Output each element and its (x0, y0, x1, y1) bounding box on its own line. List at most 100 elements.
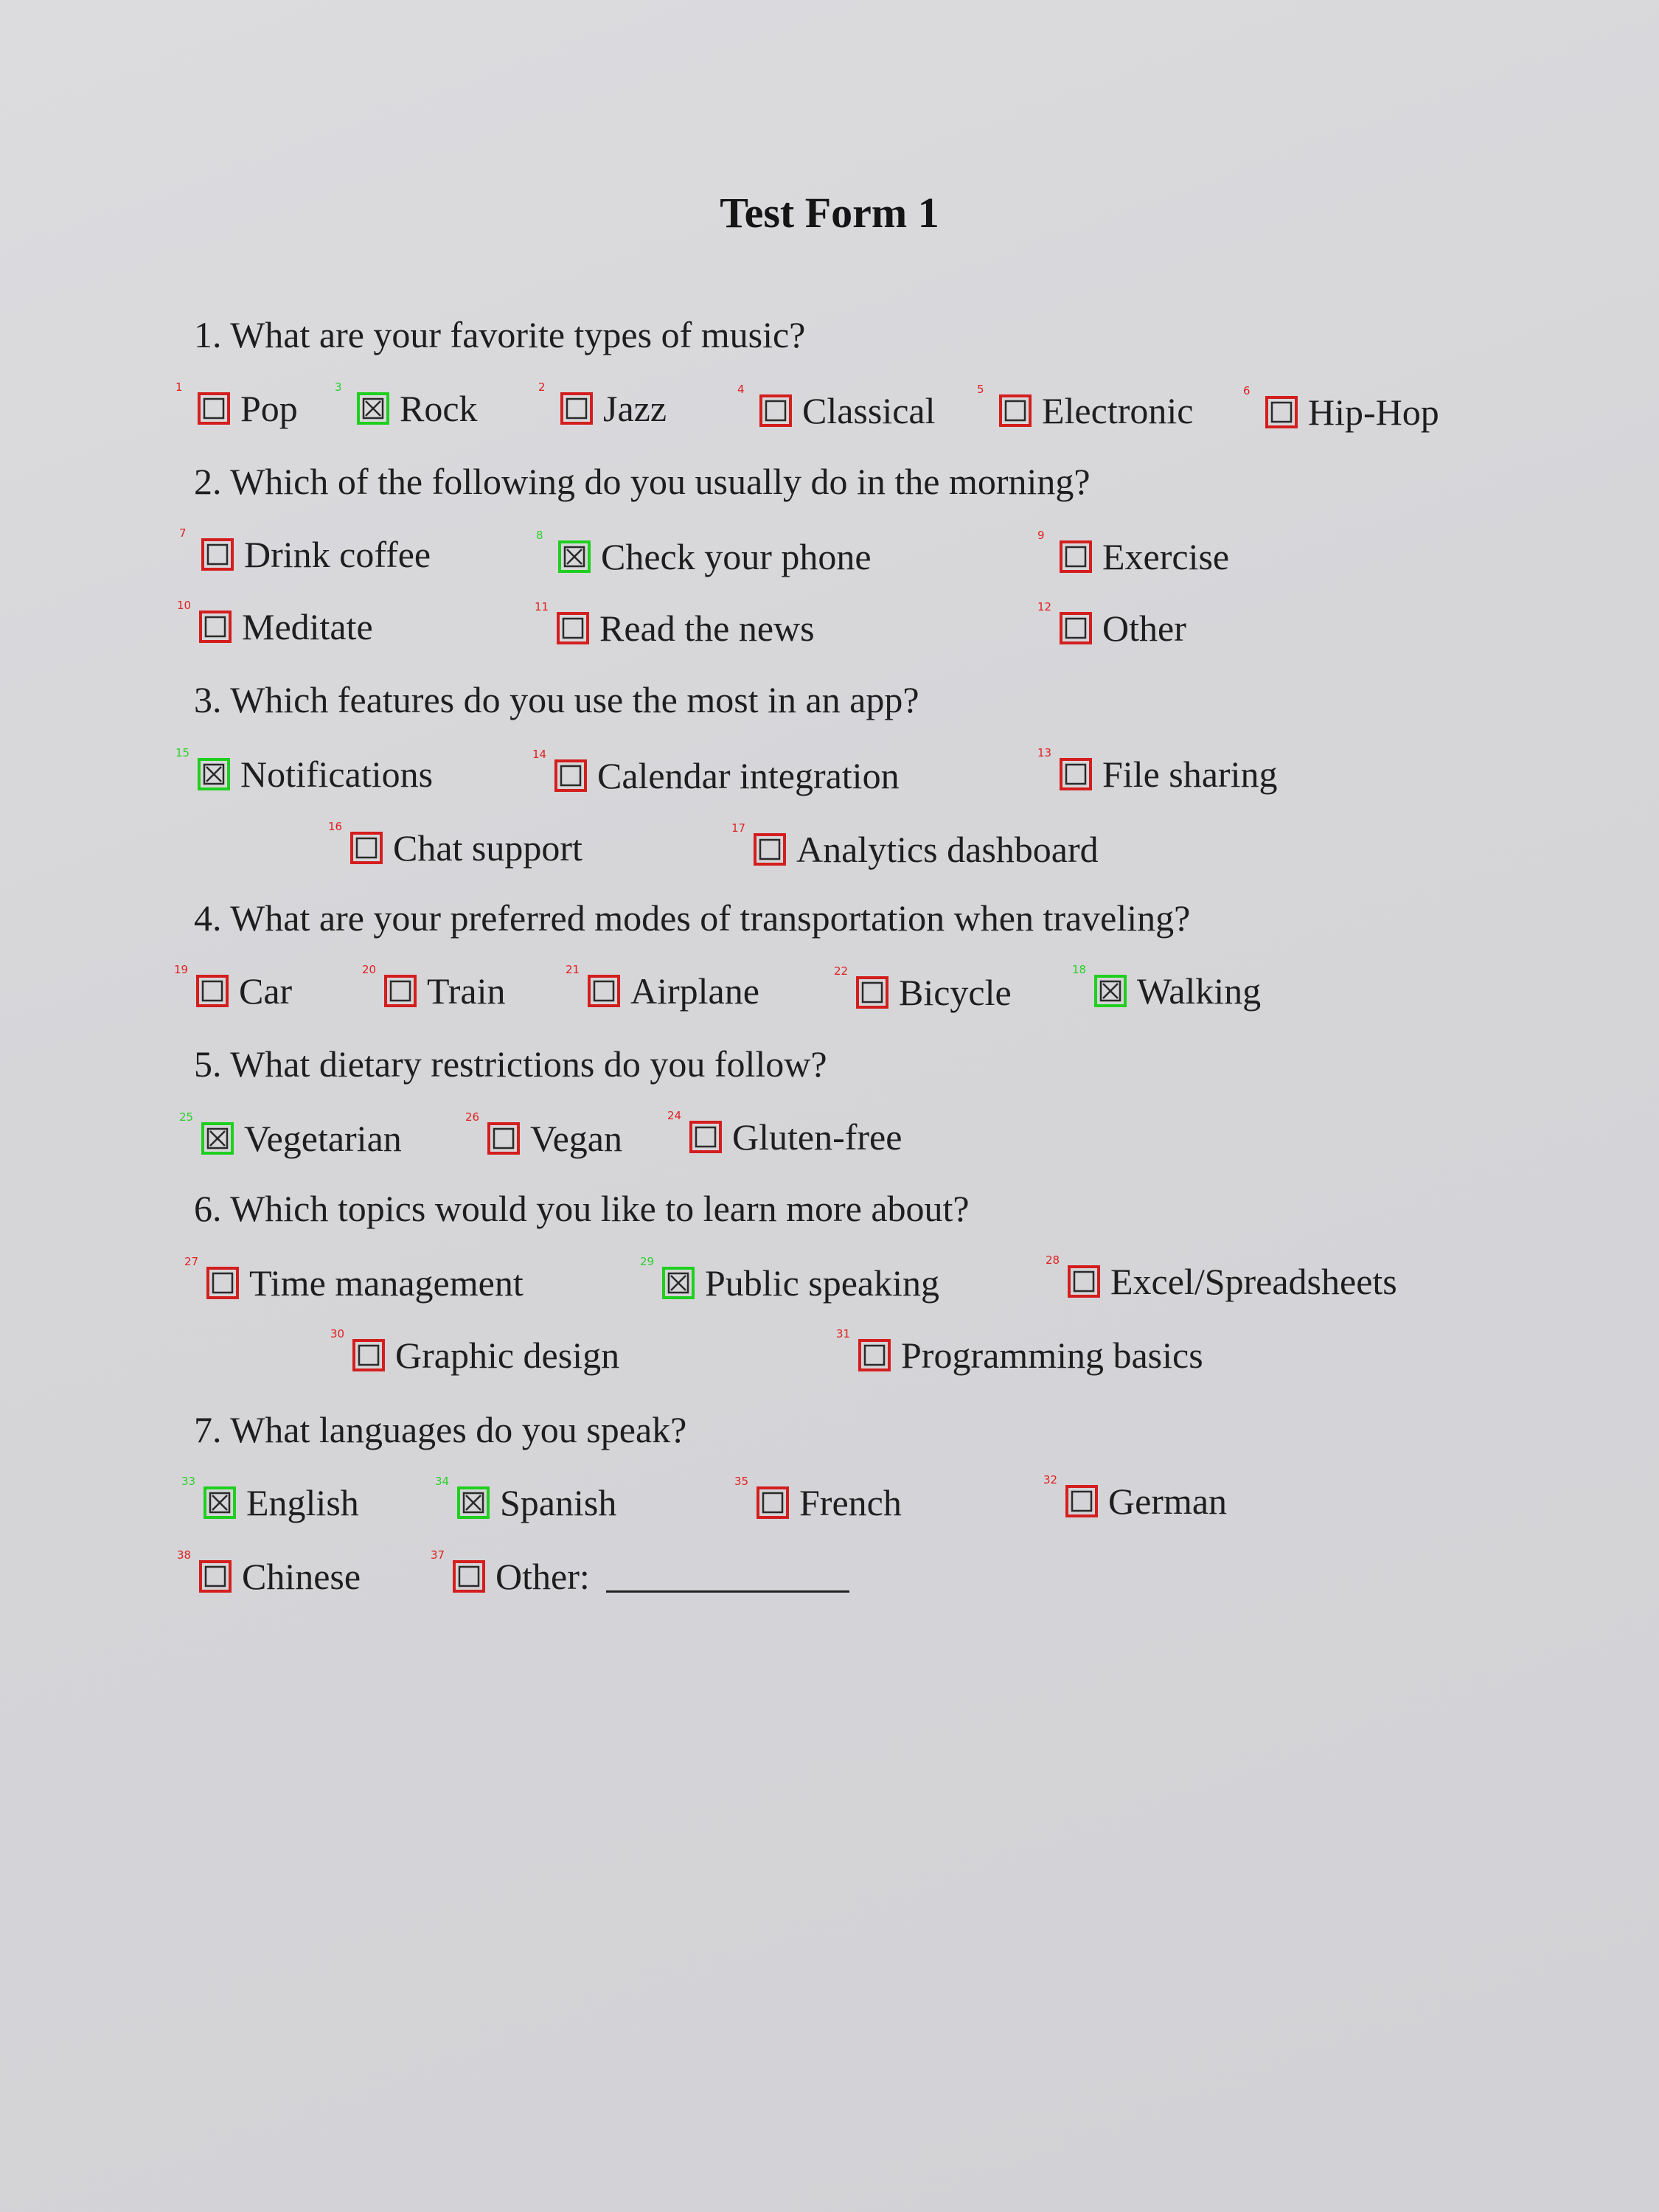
option-excel-spreadsheets[interactable]: 28 Excel/Spreadsheets (1046, 1253, 1397, 1305)
option-rock[interactable]: 3 Rock (335, 380, 478, 432)
option-number: 13 (1037, 746, 1052, 759)
option-drink-coffee[interactable]: 7 Drink coffee (179, 526, 431, 578)
option-car[interactable]: 19 Car (174, 963, 293, 1015)
checkbox[interactable] (198, 392, 230, 425)
question-2: 2. Which of the following do you usually… (194, 461, 1091, 502)
option-public-speaking[interactable]: 29 Public speaking (640, 1255, 939, 1307)
checkbox[interactable] (1065, 1485, 1098, 1517)
option-chat-support[interactable]: 16 Chat support (328, 820, 582, 872)
option-label: Bicycle (899, 972, 1012, 1013)
checkbox[interactable] (754, 833, 786, 866)
other-language-blank-line[interactable] (605, 1561, 849, 1593)
empty-box-icon (204, 616, 226, 638)
option-chinese[interactable]: 38 Chinese (177, 1548, 361, 1600)
option-german[interactable]: 32 German (1043, 1473, 1227, 1525)
checkbox-checked[interactable] (201, 1122, 234, 1155)
option-airplane[interactable]: 21 Airplane (566, 963, 759, 1015)
option-label: Programming basics (901, 1335, 1203, 1376)
option-walking[interactable]: 18 Walking (1072, 963, 1261, 1015)
option-vegan[interactable]: 26 Vegan (465, 1110, 622, 1162)
option-meditate[interactable]: 10 Meditate (177, 599, 373, 650)
option-pop[interactable]: 1 Pop (175, 380, 298, 432)
checkbox[interactable] (560, 392, 593, 425)
option-label: Vegetarian (244, 1118, 402, 1159)
option-jazz[interactable]: 2 Jazz (538, 380, 667, 432)
checkbox[interactable] (199, 611, 232, 643)
option-other-language[interactable]: 37 Other: (431, 1548, 849, 1600)
option-french[interactable]: 35 French (734, 1475, 902, 1526)
checkbox-checked[interactable] (198, 758, 230, 790)
checkbox[interactable] (201, 538, 234, 571)
question-4: 4. What are your preferred modes of tran… (194, 897, 1191, 939)
checkbox[interactable] (999, 394, 1032, 427)
option-programming-basics[interactable]: 31 Programming basics (836, 1327, 1203, 1379)
option-file-sharing[interactable]: 13 File sharing (1037, 746, 1277, 798)
checkbox[interactable] (384, 975, 417, 1007)
checkbox[interactable] (453, 1560, 485, 1593)
checkbox[interactable] (858, 1339, 891, 1371)
option-label: English (246, 1482, 359, 1523)
checkbox-checked[interactable] (1094, 975, 1127, 1007)
option-number: 29 (640, 1255, 655, 1268)
option-other-morning[interactable]: 12 Other (1037, 600, 1186, 652)
checkbox[interactable] (554, 759, 587, 792)
option-label: Car (239, 970, 293, 1012)
checkbox[interactable] (487, 1122, 520, 1155)
empty-box-icon (1073, 1270, 1095, 1293)
option-analytics-dashboard[interactable]: 17 Analytics dashboard (731, 821, 1099, 873)
option-electronic[interactable]: 5 Electronic (977, 383, 1194, 434)
option-number: 31 (836, 1327, 851, 1340)
option-label: Check your phone (601, 536, 872, 577)
option-label: Train (427, 970, 506, 1012)
option-exercise[interactable]: 9 Exercise (1037, 529, 1230, 580)
option-label: Analytics dashboard (796, 829, 1099, 870)
option-vegetarian[interactable]: 25 Vegetarian (179, 1110, 402, 1162)
option-graphic-design[interactable]: 30 Graphic design (330, 1327, 619, 1379)
option-number: 38 (177, 1548, 192, 1562)
checkbox[interactable] (1068, 1265, 1100, 1298)
option-english[interactable]: 33 English (181, 1475, 359, 1526)
option-gluten-free[interactable]: 24 Gluten-free (667, 1109, 902, 1161)
option-number: 12 (1037, 600, 1052, 613)
option-bicycle[interactable]: 22 Bicycle (834, 964, 1012, 1016)
question-6: 6. Which topics would you like to learn … (194, 1188, 970, 1229)
option-time-management[interactable]: 27 Time management (184, 1255, 524, 1307)
empty-box-icon (355, 837, 378, 859)
option-number: 19 (174, 963, 189, 976)
option-label: Read the news (599, 608, 815, 649)
checkbox[interactable] (757, 1486, 789, 1519)
checkbox[interactable] (352, 1339, 385, 1371)
option-hip-hop[interactable]: 6 Hip-Hop (1243, 384, 1439, 436)
option-calendar-integration[interactable]: 14 Calendar integration (532, 748, 900, 799)
checkbox-checked[interactable] (558, 540, 591, 573)
option-number: 16 (328, 820, 343, 833)
option-notifications[interactable]: 15 Notifications (175, 746, 433, 798)
checkbox[interactable] (199, 1560, 232, 1593)
checkbox[interactable] (1060, 540, 1092, 573)
checkbox[interactable] (759, 394, 792, 427)
checkbox[interactable] (1060, 612, 1092, 644)
checkbox[interactable] (1265, 396, 1298, 428)
option-check-your-phone[interactable]: 8 Check your phone (536, 529, 872, 580)
option-label: Exercise (1102, 536, 1230, 577)
checkbox-checked[interactable] (357, 392, 389, 425)
option-label: Electronic (1042, 390, 1194, 431)
option-classical[interactable]: 4 Classical (737, 383, 936, 434)
checkbox-checked[interactable] (662, 1267, 695, 1299)
checkbox[interactable] (1060, 758, 1092, 790)
checkbox[interactable] (196, 975, 229, 1007)
empty-box-icon (206, 543, 229, 566)
empty-box-icon (1065, 546, 1087, 568)
checkbox[interactable] (689, 1121, 722, 1153)
checkbox[interactable] (588, 975, 620, 1007)
checkbox-checked[interactable] (457, 1486, 490, 1519)
option-spanish[interactable]: 34 Spanish (435, 1475, 616, 1526)
option-read-the-news[interactable]: 11 Read the news (535, 600, 815, 652)
checkbox[interactable] (856, 976, 888, 1009)
checkbox[interactable] (350, 832, 383, 864)
checkbox[interactable] (206, 1267, 239, 1299)
option-number: 18 (1072, 963, 1087, 976)
checkbox[interactable] (557, 612, 589, 644)
option-train[interactable]: 20 Train (362, 963, 506, 1015)
checkbox-checked[interactable] (204, 1486, 236, 1519)
